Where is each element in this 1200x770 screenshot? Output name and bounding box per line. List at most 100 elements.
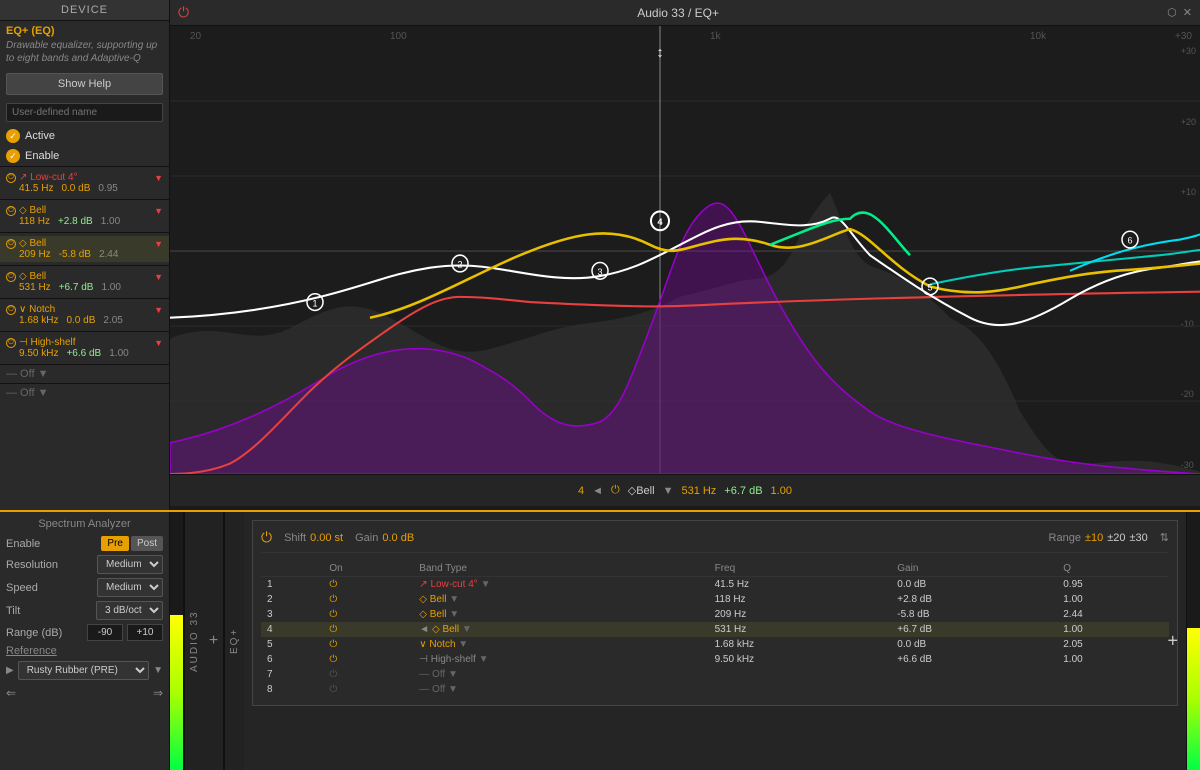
- band-2-arrow[interactable]: ▼: [154, 206, 163, 216]
- shift-group: Shift 0.00 st: [284, 532, 343, 544]
- speed-label: Speed: [6, 582, 38, 594]
- gain-label: Gain: [355, 532, 378, 544]
- vu-meter-left: [170, 512, 184, 770]
- range-min-input[interactable]: [87, 624, 123, 641]
- close-icon[interactable]: ✕: [1183, 6, 1192, 19]
- nav-left-button[interactable]: ⇐: [6, 686, 16, 700]
- bottom-arrow-left[interactable]: ◄: [592, 485, 603, 497]
- eq-power-button[interactable]: ⏻: [178, 4, 189, 21]
- range-option-30[interactable]: ±30: [1130, 532, 1148, 544]
- tilt-select[interactable]: 3 dB/oct 0 dB/oct 6 dB/oct: [96, 601, 163, 620]
- add-band-button[interactable]: +: [209, 632, 218, 650]
- range-option-10[interactable]: ±10: [1085, 532, 1103, 544]
- bottom-band-type[interactable]: ◇Bell: [628, 484, 655, 497]
- row-power-7[interactable]: ⏻: [323, 667, 413, 682]
- band-row-5[interactable]: ⏻ ∨ Notch ▼ 1.68 kHz 0.0 dB 2.05: [0, 302, 169, 328]
- band-row-2[interactable]: ⏻ ◇ Bell ▼ 118 Hz +2.8 dB 1.00: [0, 203, 169, 229]
- band-6-arrow[interactable]: ▼: [154, 338, 163, 348]
- post-button[interactable]: Post: [131, 536, 163, 551]
- row-power-5[interactable]: ⏻: [323, 637, 413, 652]
- spectrum-enable-row: Enable Pre Post: [6, 536, 163, 551]
- table-row[interactable]: 5 ⏻ ∨ Notch ▼ 1.68 kHz 0.0 dB 2.05: [261, 637, 1169, 652]
- band-4-type: ◇ Bell: [19, 271, 151, 282]
- nav-right-button[interactable]: ⇒: [153, 686, 163, 700]
- preset-left-arrow[interactable]: ▶: [6, 665, 14, 676]
- table-row[interactable]: 4 ⏻ ◄ ◇ Bell ▼ 531 Hz +6.7 dB 1.00: [261, 622, 1169, 637]
- row-type-7: — Off ▼: [413, 667, 708, 682]
- row-q-1: 0.95: [1057, 577, 1169, 593]
- row-gain-8: [891, 682, 1057, 697]
- band-1-gain: 0.0 dB: [61, 183, 90, 194]
- table-row[interactable]: 8 ⏻ — Off ▼: [261, 682, 1169, 697]
- band-1-power-icon[interactable]: ⏻: [6, 173, 16, 183]
- add-band-table-button[interactable]: +: [1167, 631, 1178, 652]
- enable-toggle-row[interactable]: ✓ Enable: [0, 146, 169, 166]
- band-row-6[interactable]: ⏻ ⊣ High-shelf ▼ 9.50 kHz +6.6 dB 1.00: [0, 335, 169, 361]
- row-type-5: ∨ Notch ▼: [413, 637, 708, 652]
- bottom-power-icon[interactable]: ⏻: [611, 484, 620, 497]
- band-3-power-icon[interactable]: ⏻: [6, 239, 16, 249]
- spectrum-analyzer-panel: Spectrum Analyzer Enable Pre Post Resolu…: [0, 512, 170, 770]
- row-power-3[interactable]: ⏻: [323, 607, 413, 622]
- spectrum-title: Spectrum Analyzer: [6, 518, 163, 530]
- row-power-4[interactable]: ⏻: [323, 622, 413, 637]
- band-4-arrow[interactable]: ▼: [154, 272, 163, 282]
- bottom-type-arrow[interactable]: ▼: [663, 485, 674, 497]
- preset-select[interactable]: Rusty Rubber (PRE): [18, 661, 149, 680]
- band-1-q: 0.95: [98, 183, 117, 194]
- band-6-power-icon[interactable]: ⏻: [6, 338, 16, 348]
- table-row[interactable]: 1 ⏻ ↗ Low-cut 4° ▼ 41.5 Hz 0.0 dB 0.95: [261, 577, 1169, 593]
- band-5-arrow[interactable]: ▼: [154, 305, 163, 315]
- row-power-6[interactable]: ⏻: [323, 652, 413, 667]
- eq-canvas[interactable]: 20 100 1k 10k +30 +30 +20 +10 -10 -20 -3…: [170, 26, 1200, 474]
- enable-toggle[interactable]: ✓: [6, 149, 20, 163]
- sort-icon[interactable]: ⇅: [1160, 531, 1169, 544]
- reference-link[interactable]: Reference: [6, 645, 163, 657]
- eq-band-table: On Band Type Freq Gain Q 1 ⏻ ↗ Low-cut 4…: [261, 561, 1169, 697]
- band-row-4[interactable]: ⏻ ◇ Bell ▼ 531 Hz +6.7 dB 1.00: [0, 269, 169, 295]
- band-4-power-icon[interactable]: ⏻: [6, 272, 16, 282]
- col-freq: Freq: [709, 561, 892, 577]
- eq-label: EQ+: [224, 512, 244, 770]
- table-row[interactable]: 7 ⏻ — Off ▼: [261, 667, 1169, 682]
- row-power-2[interactable]: ⏻: [323, 592, 413, 607]
- band-4-gain: +6.7 dB: [59, 282, 94, 293]
- band-2-power-icon[interactable]: ⏻: [6, 206, 16, 216]
- table-row[interactable]: 2 ⏻ ◇ Bell ▼ 118 Hz +2.8 dB 1.00: [261, 592, 1169, 607]
- table-row[interactable]: 6 ⏻ ⊣ High-shelf ▼ 9.50 kHz +6.6 dB 1.00: [261, 652, 1169, 667]
- band-5-power-icon[interactable]: ⏻: [6, 305, 16, 315]
- preset-right-arrow[interactable]: ▼: [153, 665, 163, 676]
- active-toggle[interactable]: ✓: [6, 129, 20, 143]
- eq-control-panel: ⏻ Shift 0.00 st Gain 0.0 dB Range ±10 ±2…: [244, 512, 1186, 770]
- shift-label: Shift: [284, 532, 306, 544]
- row-power-8[interactable]: ⏻: [323, 682, 413, 697]
- range-option-20[interactable]: ±20: [1107, 532, 1125, 544]
- band-5-freq: 1.68 kHz: [19, 315, 58, 326]
- speed-row: Speed Medium Slow Fast: [6, 578, 163, 597]
- bottom-band-num[interactable]: 4: [578, 485, 584, 497]
- band-3-arrow[interactable]: ▼: [154, 239, 163, 249]
- col-band-type: Band Type: [413, 561, 708, 577]
- speed-select[interactable]: Medium Slow Fast: [97, 578, 163, 597]
- show-help-button[interactable]: Show Help: [6, 73, 163, 95]
- band-1-arrow[interactable]: ▼: [154, 173, 163, 183]
- row-freq-8: [709, 682, 892, 697]
- pre-button[interactable]: Pre: [101, 536, 129, 551]
- band-6-gain: +6.6 dB: [66, 348, 101, 359]
- band-7-off[interactable]: — Off ▼: [0, 364, 169, 383]
- user-defined-name-input[interactable]: [6, 103, 163, 122]
- eq-panel-power-icon[interactable]: ⏻: [261, 529, 272, 546]
- band-8-off[interactable]: — Off ▼: [0, 383, 169, 402]
- band-row-1[interactable]: ⏻ ↗ Low-cut 4° ▼ 41.5 Hz 0.0 dB 0.95: [0, 170, 169, 196]
- row-gain-7: [891, 667, 1057, 682]
- band-row-3[interactable]: ⏻ ◇ Bell ▼ 209 Hz -5.8 dB 2.44: [0, 236, 169, 262]
- row-power-1[interactable]: ⏻: [323, 577, 413, 593]
- resolution-select[interactable]: Medium Low High: [97, 555, 163, 574]
- table-row[interactable]: 3 ⏻ ◇ Bell ▼ 209 Hz -5.8 dB 2.44: [261, 607, 1169, 622]
- resolution-label: Resolution: [6, 559, 58, 571]
- expand-icon[interactable]: ⬡: [1167, 6, 1177, 19]
- active-toggle-row[interactable]: ✓ Active: [0, 126, 169, 146]
- row-freq-2: 118 Hz: [709, 592, 892, 607]
- range-plus-input[interactable]: [127, 624, 163, 641]
- col-on: On: [323, 561, 413, 577]
